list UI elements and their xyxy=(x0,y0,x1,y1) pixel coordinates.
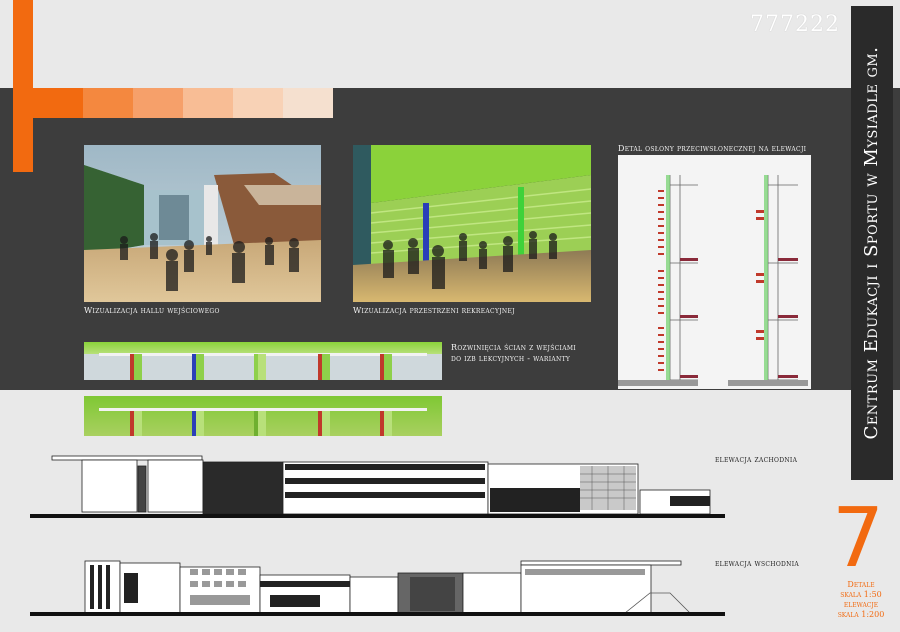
color-swatch xyxy=(133,88,183,118)
walls-caption: Rozwinięcia ścian z wejściami do izb lek… xyxy=(451,342,576,364)
walls-caption-line2: do izb lekcyjnych - warianty xyxy=(451,354,571,363)
title-panel: Centrum Edukacji i Sportu w Mysiadle gm.… xyxy=(851,6,893,480)
scale-line-elevations: elewacje xyxy=(843,600,879,609)
west-elevation-drawing xyxy=(30,448,730,520)
color-swatch xyxy=(183,88,233,118)
wall-variant-1 xyxy=(84,342,442,380)
recreation-caption: Wizualizacja przestrzeni rekreacyjnej xyxy=(353,306,515,315)
project-title: Centrum Edukacji i Sportu w Mysiadle gm.… xyxy=(861,46,882,440)
hall-visualization xyxy=(84,145,321,302)
orange-accent-bar xyxy=(13,0,33,172)
recreation-visualization xyxy=(353,145,591,302)
scale-line-elevations-value: skala 1:200 xyxy=(837,610,885,619)
walls-caption-line1: Rozwinięcia ścian z wejściami xyxy=(451,343,576,352)
color-swatch xyxy=(33,88,83,118)
scale-info: Detale skala 1:50 elewacje skala 1:200 xyxy=(826,580,896,620)
wall-variant-2 xyxy=(84,396,442,436)
color-swatch xyxy=(83,88,133,118)
scale-line-details: Detale xyxy=(847,580,875,589)
hall-caption: Wizualizacja hallu wejściowego xyxy=(84,306,220,315)
sunshade-detail-drawing xyxy=(618,155,811,389)
scale-line-details-value: skala 1:50 xyxy=(840,590,882,599)
east-elevation-drawing xyxy=(30,555,730,617)
project-code: 777222 xyxy=(750,12,840,37)
sheet-number: 7 xyxy=(832,491,885,586)
sunshade-caption: Detal osłony przeciwsłonecznej na elewac… xyxy=(618,144,807,153)
color-swatch xyxy=(283,88,333,118)
color-swatch xyxy=(233,88,283,118)
